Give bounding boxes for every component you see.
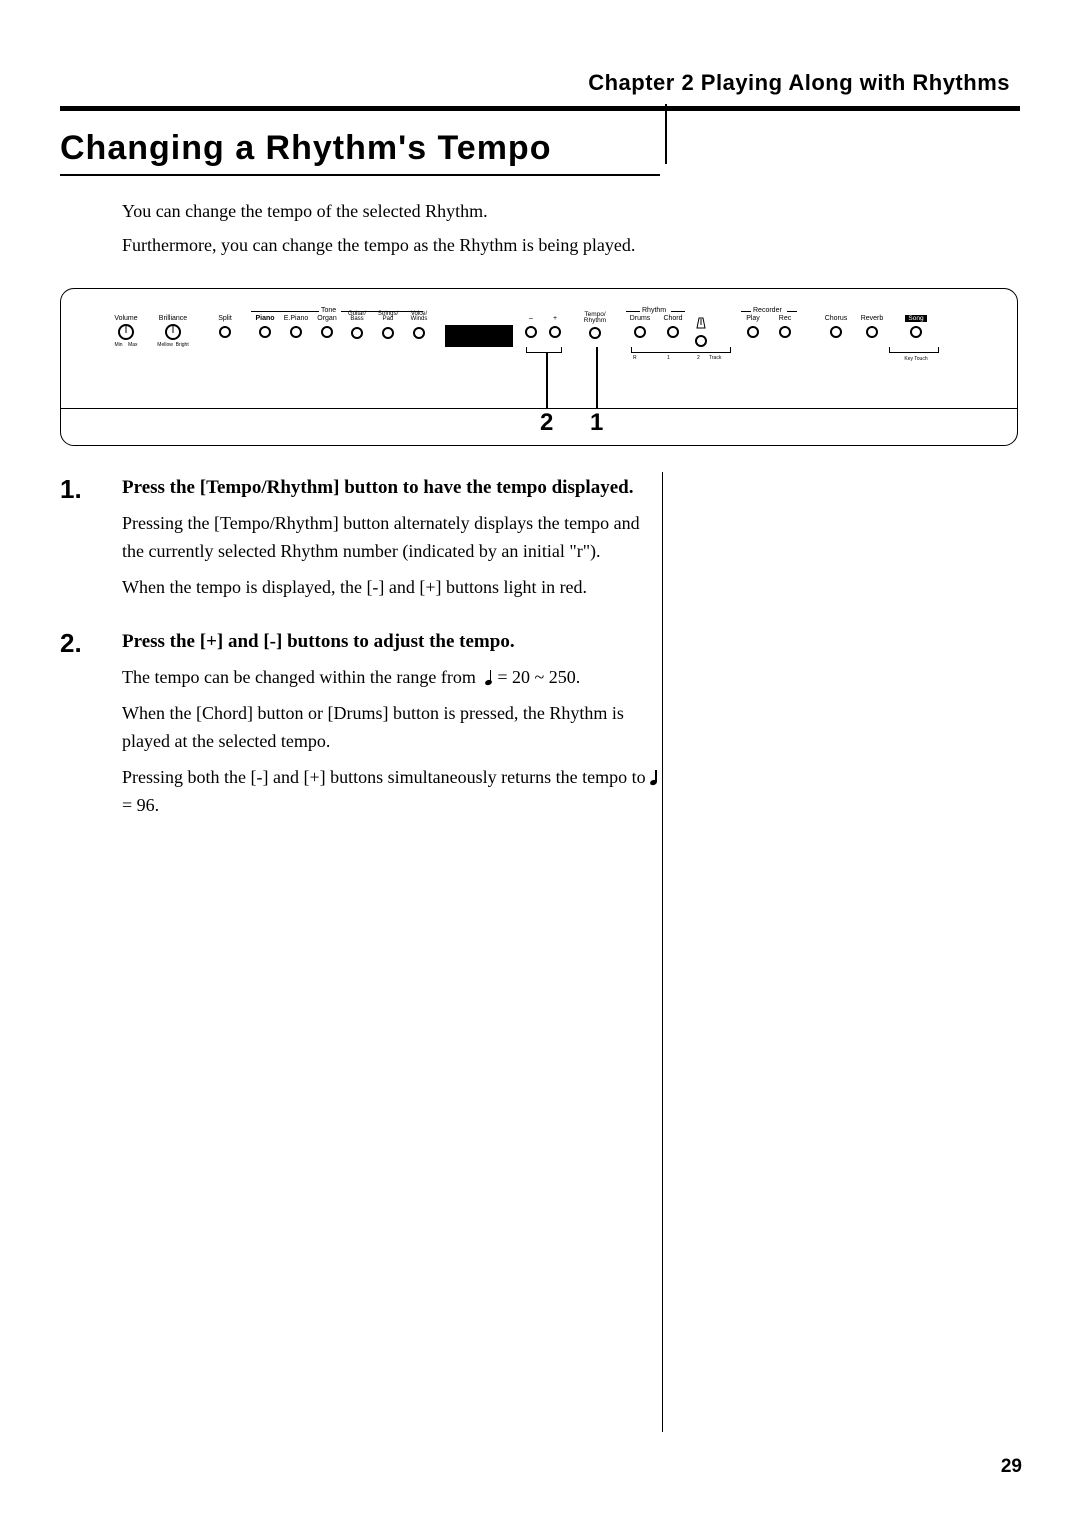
rec-button [779,326,791,338]
epiano-button [290,326,302,338]
brilliance-knob [165,324,181,340]
recorder-group-label: Recorder [753,307,782,314]
reverb-button [866,326,878,338]
minus-button [525,326,537,338]
tone-organ: Organ [313,315,341,322]
rec-label: Rec [773,315,797,322]
step-2: 2. Press the [+] and [-] buttons to adju… [60,628,1020,828]
track-r: R [633,355,637,361]
step-1: 1. Press the [Tempo/Rhythm] button to ha… [60,474,1020,610]
intro-block: You can change the tempo of the selected… [122,198,662,260]
max-label: Max [128,342,137,348]
song-label: Song [905,315,926,322]
plus-button [549,326,561,338]
voice-button [413,327,425,339]
chord-button [667,326,679,338]
minus-label: – [523,315,539,322]
intro-p1: You can change the tempo of the selected… [122,198,662,226]
quarter-note-icon [650,771,658,785]
tone-voice: Voice/Winds [405,312,433,323]
chorus-label: Chorus [821,315,851,322]
drums-button [634,326,646,338]
song-button [910,326,922,338]
callout-2: 2 [540,409,553,437]
header-rule [60,106,1020,111]
step-2-number: 2. [60,628,122,828]
tone-strings: Strings/Pad [373,312,403,323]
page-title: Changing a Rhythm's Tempo [60,129,665,168]
metronome-icon [696,317,706,329]
tone-guitar: Guitar/Bass [343,312,371,323]
step-2-p1: The tempo can be changed within the rang… [122,664,662,692]
title-underline [60,174,660,176]
key-touch-label: Key Touch [901,356,931,362]
callout-1: 1 [590,409,603,437]
chorus-button [830,326,842,338]
intro-p2: Furthermore, you can change the tempo as… [122,232,662,260]
piano-button [259,326,271,338]
track-1: 1 [667,355,670,361]
organ-button [321,326,333,338]
drums-label: Drums [626,315,654,322]
play-label: Play [741,315,765,322]
min-label: Min [114,342,122,348]
step-1-p2: When the tempo is displayed, the [-] and… [122,574,662,602]
chord-label: Chord [659,315,687,322]
split-button [219,326,231,338]
step-1-p1: Pressing the [Tempo/Rhythm] button alter… [122,510,662,566]
brilliance-label: Brilliance [153,315,193,322]
volume-label: Volume [109,315,143,322]
step-1-number: 1. [60,474,122,610]
step-2-p3: Pressing both the [-] and [+] buttons si… [122,764,662,820]
step-2-p2: When the [Chord] button or [Drums] butto… [122,700,662,756]
tempo-rhythm-label: Tempo/Rhythm [579,312,611,324]
chapter-header: Chapter 2 Playing Along with Rhythms [60,70,1020,96]
vertical-rule [662,472,663,1432]
step-2-heading: Press the [+] and [-] buttons to adjust … [122,628,662,657]
page-number: 29 [1001,1456,1022,1478]
metronome-button [695,335,707,347]
tone-epiano: E.Piano [281,315,311,322]
guitar-button [351,327,363,339]
bright-label: Bright [176,342,189,348]
step-1-heading: Press the [Tempo/Rhythm] button to have … [122,474,662,503]
split-label: Split [213,315,237,322]
plus-label: + [547,315,563,322]
strings-button [382,327,394,339]
reverb-label: Reverb [857,315,887,322]
mellow-label: Mellow [157,342,173,348]
control-panel-diagram: Volume Min Max Brilliance Mellow Bright … [60,288,1018,446]
volume-knob [118,324,134,340]
play-button [747,326,759,338]
rhythm-group-label: Rhythm [642,307,666,314]
quarter-note-icon [485,671,493,685]
tone-group-label: Tone [321,307,336,314]
side-rule [665,104,667,164]
display-screen [445,325,513,347]
track-2: 2 [697,355,700,361]
track-label: Track [709,355,721,361]
tempo-rhythm-button [589,327,601,339]
tone-piano: Piano [251,315,279,322]
